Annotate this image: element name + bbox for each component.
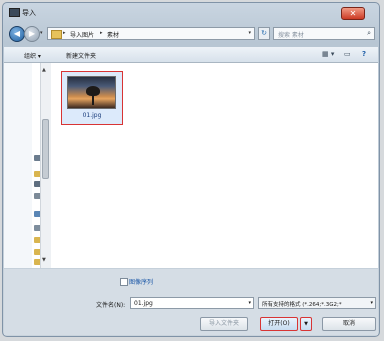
breadcrumb-item[interactable]: 导入图片 <box>70 30 94 39</box>
refresh-button[interactable]: ↻ <box>258 27 270 40</box>
title-bar: 导入 ✕ <box>9 6 369 20</box>
open-options-dropdown[interactable]: ▼ <box>300 317 312 331</box>
image-thumbnail <box>67 76 116 109</box>
navigation-pane[interactable] <box>4 63 32 268</box>
close-button[interactable]: ✕ <box>341 7 365 20</box>
address-dropdown-icon[interactable]: ▾ <box>248 30 251 36</box>
app-icon <box>9 8 20 17</box>
breadcrumb-chevron-icon[interactable]: ▸ <box>63 30 66 36</box>
navigation-scrollbar[interactable]: ▲ ▼ <box>40 63 51 268</box>
back-button[interactable]: ◀ <box>9 26 25 42</box>
file-type-select[interactable]: 所有支持的格式 (*.264;*.3G2;* ▾ <box>258 297 376 309</box>
breadcrumb-item[interactable]: 素材 <box>107 30 119 39</box>
view-options-icon[interactable]: ▦ ▾ <box>322 50 334 58</box>
open-button[interactable]: 打开(O) <box>260 317 298 331</box>
navigation-bar: ◀ ▶ ▾ ▸ 导入图片 ▸ 素材 ▾ ↻ 搜索 素材 ⌕ <box>3 25 379 43</box>
address-bar[interactable]: ▸ 导入图片 ▸ 素材 ▾ <box>47 27 255 40</box>
cancel-button[interactable]: 取消 <box>322 317 376 331</box>
folder-icon <box>51 30 62 39</box>
scroll-thumb[interactable] <box>42 119 49 179</box>
toolbar: 组织 ▾ 新建文件夹 ▦ ▾ ▭ ? <box>4 47 378 63</box>
forward-button[interactable]: ▶ <box>24 26 40 42</box>
image-sequence-checkbox[interactable] <box>120 278 128 286</box>
scroll-up-icon[interactable]: ▲ <box>42 67 46 73</box>
image-sequence-label[interactable]: 图像序列 <box>129 277 153 286</box>
tree-trunk <box>92 95 94 105</box>
dialog-footer: 图像序列 文件名(N): 01.jpg ▾ 所有支持的格式 (*.264;*.3… <box>4 269 378 335</box>
help-icon[interactable]: ? <box>362 50 366 58</box>
preview-pane-icon[interactable]: ▭ <box>344 50 351 58</box>
file-name: 01.jpg <box>82 112 102 119</box>
organize-menu[interactable]: 组织 ▾ <box>24 51 41 60</box>
window-title: 导入 <box>22 9 36 17</box>
import-dialog: 导入 ✕ ◀ ▶ ▾ ▸ 导入图片 ▸ 素材 ▾ ↻ 搜索 素材 ⌕ 组织 ▾ … <box>2 2 380 337</box>
search-icon: ⌕ <box>367 29 371 37</box>
filename-field[interactable]: 01.jpg ▾ <box>130 297 254 309</box>
scroll-down-icon[interactable]: ▼ <box>42 257 46 263</box>
search-placeholder: 搜索 素材 <box>278 32 304 39</box>
file-item[interactable]: 01.jpg <box>61 71 123 125</box>
import-folder-button[interactable]: 导入文件夹 <box>200 317 248 331</box>
new-folder-button[interactable]: 新建文件夹 <box>66 51 96 60</box>
filename-dropdown-icon[interactable]: ▾ <box>248 300 251 306</box>
filename-label: 文件名(N): <box>96 302 126 309</box>
file-browser: ▲ ▼ 01.jpg <box>4 63 378 268</box>
breadcrumb-chevron-icon[interactable]: ▸ <box>100 30 103 36</box>
search-input[interactable]: 搜索 素材 ⌕ <box>273 27 375 40</box>
filename-value: 01.jpg <box>134 300 153 307</box>
file-type-value: 所有支持的格式 (*.264;*.3G2;* <box>262 302 342 308</box>
recent-locations-icon[interactable]: ▾ <box>40 30 43 36</box>
file-type-dropdown-icon[interactable]: ▾ <box>370 300 373 306</box>
